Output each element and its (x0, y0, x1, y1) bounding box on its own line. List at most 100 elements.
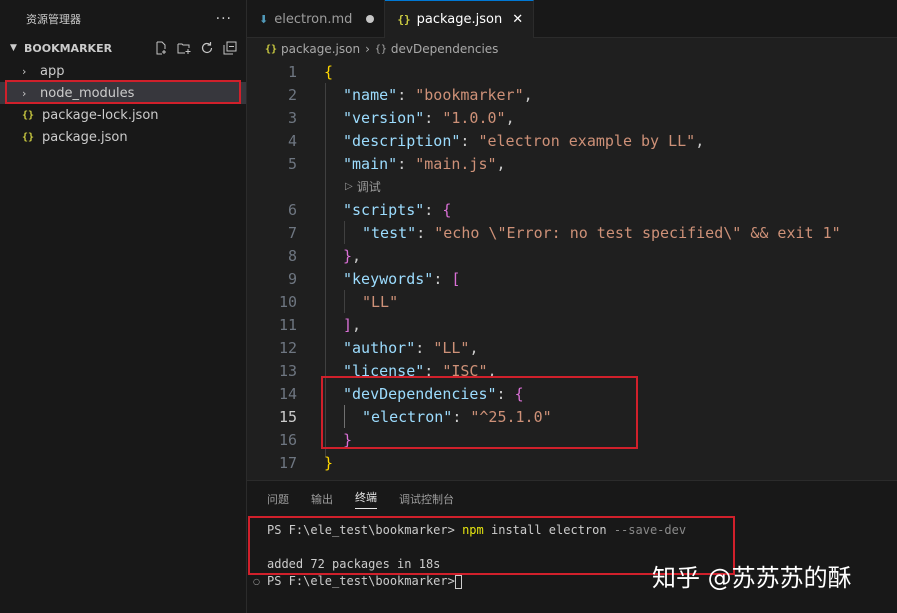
tree-item-node-modules[interactable]: › node_modules (0, 82, 246, 104)
code-text: "license": "ISC", (343, 361, 497, 380)
code-line: 14 "devDependencies": { (247, 382, 524, 405)
json-key: "version" (343, 108, 425, 127)
line-number: 1 (287, 62, 297, 81)
code-line: 13 "license": "ISC", (247, 359, 497, 382)
code-line: 3 "version": "1.0.0", (247, 106, 515, 129)
json-value: "ISC" (442, 361, 488, 380)
code-text: "LL" (362, 293, 398, 311)
breadcrumb-file[interactable]: package.json (281, 42, 360, 56)
json-value: "^25.1.0" (470, 407, 552, 426)
explorer-title-bar: 资源管理器 ··· (0, 0, 246, 38)
refresh-icon[interactable] (199, 40, 215, 56)
code-line: 5 "main": "main.js", (247, 152, 506, 175)
json-value: "bookmarker" (415, 85, 524, 104)
line-number: 2 (287, 85, 297, 104)
debug-codelens[interactable]: ▷ 调试 (345, 175, 381, 198)
code-line: 10 "LL" (247, 290, 398, 313)
tree-item-package-json[interactable]: {} package.json (0, 126, 246, 148)
tree-item-package-lock[interactable]: {} package-lock.json (0, 104, 246, 126)
terminal-prompt: PS F:\ele_test\bookmarker> (267, 523, 455, 537)
tab-electron-md[interactable]: ⬇ electron.md (247, 0, 386, 38)
editor-tab-bar: ⬇ electron.md {} package.json ✕ (247, 0, 897, 38)
new-folder-icon[interactable] (176, 40, 192, 56)
circle-icon: ○ (253, 577, 260, 586)
code-line: 2 "name": "bookmarker", (247, 83, 533, 106)
code-text: } (324, 453, 334, 472)
explorer-actions (153, 40, 246, 56)
codelens-label: 调试 (356, 180, 381, 194)
line-number: 8 (287, 246, 297, 265)
json-file-icon: {} (22, 109, 35, 121)
terminal-prompt: PS F:\ele_test\bookmarker> (267, 574, 455, 588)
json-value: "1.0.0" (442, 108, 506, 127)
json-file-icon: {} (397, 13, 411, 26)
tree-item-app[interactable]: › app (0, 60, 246, 82)
json-value: "main.js" (415, 154, 497, 173)
code-text: "scripts": { (343, 200, 452, 219)
indent-guide (344, 405, 345, 428)
chevron-right-icon: › (22, 64, 27, 78)
line-number: 6 (287, 200, 297, 219)
close-icon[interactable]: ✕ (512, 12, 523, 27)
code-text: "electron": "^25.1.0" (362, 407, 552, 426)
code-line: 1 { (247, 60, 333, 83)
line-number: 17 (278, 453, 297, 472)
line-number: 9 (287, 269, 297, 288)
code-line: 4 "description": "electron example by LL… (247, 129, 704, 152)
terminal-output-line: added 72 packages in 18s (267, 557, 441, 571)
json-key: "license" (343, 361, 425, 380)
breadcrumb: {} package.json › {} devDependencies (247, 38, 897, 60)
explorer-sidebar: 资源管理器 ··· ▼ BOOKMARKER › app › node_modu… (0, 0, 247, 613)
json-key: "scripts" (343, 200, 425, 219)
json-key: "description" (343, 131, 461, 150)
line-number: 12 (278, 338, 297, 357)
code-line: 11 ], (247, 313, 361, 336)
json-file-icon: {} (22, 131, 35, 143)
code-line: 17 } (247, 451, 333, 474)
terminal-command-flag: --save-dev (613, 523, 687, 537)
terminal-prompt-line: PS F:\ele_test\bookmarker> (267, 574, 686, 591)
json-key: "author" (343, 338, 416, 357)
tab-problems[interactable]: 问题 (267, 491, 289, 507)
more-actions-icon[interactable]: ··· (216, 11, 232, 27)
line-number: 4 (287, 131, 297, 150)
line-number: 16 (278, 430, 297, 449)
tab-output[interactable]: 输出 (311, 491, 333, 507)
json-key: "main" (343, 154, 398, 173)
code-line: 7 "test": "echo \"Error: no test specifi… (247, 221, 841, 244)
tree-item-label: package-lock.json (42, 107, 159, 123)
line-number: 14 (278, 384, 297, 403)
json-key: "electron" (362, 407, 453, 426)
code-text: "author": "LL", (343, 338, 479, 357)
explorer-title: 资源管理器 (26, 13, 81, 26)
unsaved-dot-icon[interactable] (366, 15, 375, 23)
code-text: "test": "echo \"Error: no test specified… (362, 223, 841, 242)
indent-guide (344, 290, 345, 313)
new-file-icon[interactable] (153, 40, 169, 56)
json-key: "name" (343, 85, 398, 104)
code-editor[interactable]: 1 { 2 "name": "bookmarker", 3 "version":… (247, 60, 897, 480)
breadcrumb-symbol[interactable]: devDependencies (391, 42, 499, 56)
tree-item-label: app (40, 63, 65, 79)
object-symbol-icon: {} (374, 43, 387, 55)
tab-label: electron.md (274, 11, 353, 27)
terminal[interactable]: PS F:\ele_test\bookmarker> npm install e… (267, 523, 686, 591)
chevron-down-icon: ▼ (10, 43, 17, 53)
collapse-all-icon[interactable] (222, 40, 238, 56)
line-number: 3 (287, 108, 297, 127)
code-text: }, (343, 246, 362, 265)
line-number: 13 (278, 361, 297, 380)
tab-terminal[interactable]: 终端 (355, 489, 377, 509)
code-text: { (324, 62, 334, 81)
folder-section-header[interactable]: ▼ BOOKMARKER (0, 38, 246, 58)
terminal-cursor (454, 574, 462, 589)
chevron-right-icon: › (365, 42, 370, 56)
line-number: 5 (287, 154, 297, 173)
tab-package-json[interactable]: {} package.json ✕ (385, 0, 535, 38)
terminal-command: npm (462, 523, 484, 537)
tab-debug-console[interactable]: 调试控制台 (399, 491, 454, 507)
code-text: "devDependencies": { (343, 384, 524, 403)
code-line: 6 "scripts": { (247, 198, 451, 221)
json-value: "LL" (362, 292, 399, 311)
json-value: "electron example by LL" (478, 131, 696, 150)
